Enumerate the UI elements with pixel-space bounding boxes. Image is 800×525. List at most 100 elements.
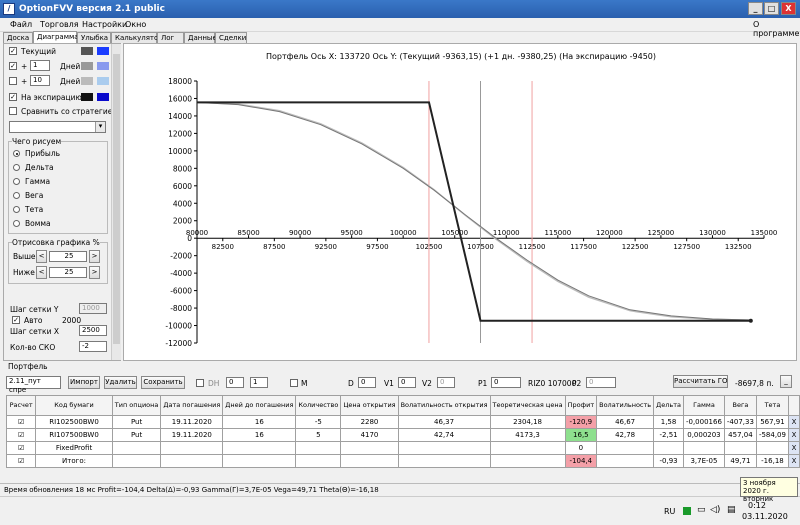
expiry-color-swatch-2[interactable] (97, 93, 109, 101)
expiry-color-swatch-1[interactable] (81, 93, 93, 101)
col-calc[interactable]: Расчет (5, 395, 37, 416)
notification-icon[interactable]: ▤ (727, 505, 736, 515)
col-delta[interactable]: Дельта (653, 395, 684, 416)
radio-gamma[interactable] (13, 178, 20, 185)
col-vol[interactable]: Волатильность (596, 395, 655, 416)
menu-settings[interactable]: Настройки (82, 20, 127, 29)
tab-deals[interactable]: Сделки (215, 32, 247, 43)
above-decrease-button[interactable]: < (36, 250, 47, 263)
remove-row-button[interactable]: X (787, 454, 800, 468)
v2-input[interactable]: 0 (437, 377, 455, 388)
col-type[interactable]: Тип опциона (111, 395, 162, 416)
clock-date[interactable]: 03.11.2020 (742, 512, 788, 521)
col-code[interactable]: Код бумаги (35, 395, 113, 416)
save-button[interactable]: Сохранить (141, 376, 185, 389)
dh-checkbox[interactable] (196, 379, 204, 387)
plus1-checkbox[interactable]: ✓ (9, 62, 17, 70)
col-gamma[interactable]: Гамма (682, 395, 725, 416)
portfolio-menu-button[interactable]: _ (780, 375, 792, 388)
sko-input[interactable]: -2 (79, 341, 107, 352)
grid-y-input[interactable]: 1000 (79, 303, 107, 314)
expiry-checkbox[interactable]: ✓ (9, 93, 17, 101)
compare-checkbox[interactable] (9, 107, 17, 115)
tab-log[interactable]: Лог (157, 32, 184, 43)
col-date[interactable]: Дата погашения (160, 395, 224, 416)
table-row[interactable]: ☑ RI107500BW0 Put 19.11.2020 16 5 4170 4… (5, 428, 800, 442)
p2-input[interactable]: 0 (586, 377, 616, 388)
remove-row-button[interactable]: X (787, 428, 800, 442)
left-panel-scrollbar[interactable] (111, 44, 121, 360)
tab-smile[interactable]: Улыбка (77, 32, 111, 43)
tab-board[interactable]: Доска (3, 32, 33, 43)
d-input[interactable]: 0 (358, 377, 376, 388)
below-input[interactable]: 25 (49, 267, 87, 278)
row-calc-checkbox[interactable]: ☑ (5, 428, 37, 442)
plus2-checkbox[interactable] (9, 77, 17, 85)
row-calc-checkbox[interactable]: ☑ (5, 415, 37, 429)
current-color-swatch-2[interactable] (97, 47, 109, 55)
plus1-color-swatch-2[interactable] (97, 62, 109, 70)
grid-x-input[interactable]: 2500 (79, 325, 107, 336)
col-vega[interactable]: Вега (723, 395, 757, 416)
minimize-button[interactable]: _ (748, 2, 763, 15)
col-theta[interactable]: Тета (755, 395, 789, 416)
cell-price[interactable]: 2280 (340, 415, 399, 429)
row-calc-checkbox[interactable]: ☑ (5, 454, 37, 468)
above-input[interactable]: 25 (49, 251, 87, 262)
import-button[interactable]: Импорт (68, 376, 100, 389)
dh-input-1[interactable]: 0 (226, 377, 244, 388)
volume-icon[interactable]: ◁) (710, 505, 720, 515)
table-row[interactable]: ☑ RI102500BW0 Put 19.11.2020 16 -5 2280 … (5, 415, 800, 429)
col-open-vol[interactable]: Волатильность открытия (397, 395, 491, 416)
close-button[interactable]: X (781, 2, 796, 15)
remove-row-button[interactable]: X (787, 415, 800, 429)
p1-input[interactable]: 0 (491, 377, 521, 388)
menu-window[interactable]: Окно (125, 20, 146, 29)
scrollbar-thumb[interactable] (113, 54, 120, 344)
cell-qty[interactable]: 5 (295, 428, 342, 442)
radio-theta[interactable] (13, 206, 20, 213)
radio-vega[interactable] (13, 192, 20, 199)
portfolio-select[interactable]: 2.11_пут спре (6, 376, 61, 394)
current-color-swatch-1[interactable] (81, 47, 93, 55)
below-increase-button[interactable]: > (89, 266, 100, 279)
network-icon[interactable]: ▭ (697, 505, 706, 515)
menu-file[interactable]: Файл (10, 20, 32, 29)
tab-diagram[interactable]: Диаграмма (33, 31, 79, 43)
v1-input[interactable]: 0 (398, 377, 416, 388)
menu-trade[interactable]: Торговля (40, 20, 79, 29)
col-profit[interactable]: Профит (564, 395, 598, 416)
plus1-days-input[interactable]: 1 (30, 60, 50, 71)
delete-button[interactable]: Удалить (104, 376, 137, 389)
plus2-color-swatch-2[interactable] (97, 77, 109, 85)
tab-data[interactable]: Данные (184, 32, 217, 43)
maximize-button[interactable]: □ (764, 2, 779, 15)
remove-row-button[interactable]: X (787, 441, 800, 455)
language-indicator[interactable]: RU (664, 507, 675, 516)
m-checkbox[interactable] (290, 379, 298, 387)
row-calc-checkbox[interactable]: ☑ (5, 441, 37, 455)
plus2-days-input[interactable]: 10 (30, 75, 50, 86)
cell-price[interactable]: 4170 (340, 428, 399, 442)
below-decrease-button[interactable]: < (36, 266, 47, 279)
plus1-color-swatch-1[interactable] (81, 62, 93, 70)
col-theo[interactable]: Теоретическая цена (489, 395, 566, 416)
cell-qty[interactable]: -5 (295, 415, 342, 429)
plus2-color-swatch-1[interactable] (81, 77, 93, 85)
calc-margin-button[interactable]: Рассчитать ГО (673, 375, 728, 388)
above-increase-button[interactable]: > (89, 250, 100, 263)
radio-vomma[interactable] (13, 220, 20, 227)
current-checkbox[interactable]: ✓ (9, 47, 17, 55)
table-row[interactable]: ☑ FixedProfit 0 X (5, 441, 800, 455)
strategy-select[interactable]: ▾ (9, 121, 106, 133)
tab-calculator[interactable]: Калькулятор (111, 32, 163, 43)
app-tray-icon[interactable] (683, 507, 691, 515)
col-days[interactable]: Дней до погашения (222, 395, 297, 416)
radio-profit[interactable] (13, 150, 20, 157)
dh-input-2[interactable]: 1 (250, 377, 268, 388)
radio-delta[interactable] (13, 164, 20, 171)
auto-checkbox[interactable]: ✓ (12, 316, 20, 324)
col-price[interactable]: Цена открытия (340, 395, 399, 416)
table-row-total[interactable]: ☑ Итого: -104,4 -0,93 3,7E-05 49,71 -16,… (5, 454, 800, 468)
profit-chart[interactable]: 18000 16000 14000 12000 10000 8000 6000 4000 200… (124, 44, 796, 360)
